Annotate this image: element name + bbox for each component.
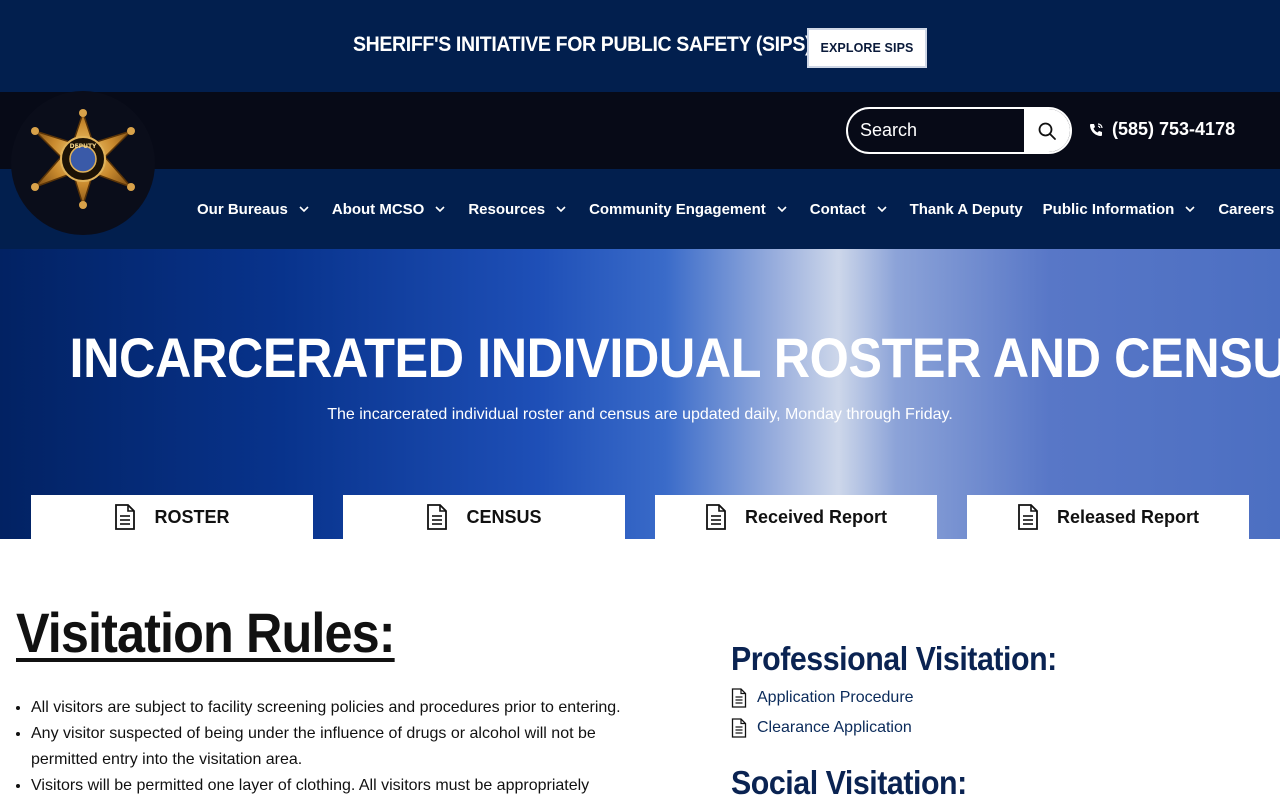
nav-item-about-mcso[interactable]: About MCSO bbox=[332, 201, 446, 218]
logo-text: DEPUTY bbox=[70, 143, 97, 150]
chevron-down-icon bbox=[299, 206, 309, 213]
list-item: Any visitor suspected of being under the… bbox=[31, 721, 656, 773]
nav-item-label: Careers bbox=[1218, 200, 1275, 218]
document-icon bbox=[1018, 504, 1038, 530]
professional-visitation-title: Professional Visitation: bbox=[731, 640, 1057, 677]
document-icon bbox=[731, 718, 747, 738]
search-input[interactable] bbox=[848, 109, 1024, 152]
social-visitation-title: Social Visitation: bbox=[731, 764, 967, 800]
nav-item-community-engagement[interactable]: Community Engagement bbox=[589, 201, 788, 218]
list-item: Visitors will be permitted one layer of … bbox=[31, 773, 656, 799]
explore-sips-button[interactable]: EXPLORE SIPS bbox=[807, 28, 927, 68]
announcement-title: SHERIFF'S INITIATIVE FOR PUBLIC SAFETY (… bbox=[353, 33, 812, 56]
page-title: INCARCERATED INDIVIDUAL ROSTER AND CENSU… bbox=[69, 326, 1280, 389]
nav-item-contact[interactable]: Contact bbox=[810, 201, 888, 218]
nav-item-label: About MCSO bbox=[331, 200, 425, 218]
nav-item-label: Thank A Deputy bbox=[909, 200, 1023, 218]
nav-item-thank-a-deputy[interactable]: Thank A Deputy bbox=[910, 201, 1023, 218]
page-subtitle: The incarcerated individual roster and c… bbox=[327, 406, 953, 423]
document-icon bbox=[731, 688, 747, 708]
visitation-rules-section: Visitation Rules: All visitors are subje… bbox=[16, 600, 656, 799]
document-icon bbox=[706, 504, 726, 530]
tab-received-report[interactable]: Received Report bbox=[655, 495, 937, 539]
nav-item-label: Community Engagement bbox=[589, 200, 766, 218]
chevron-down-icon bbox=[556, 206, 566, 213]
clearance-application-link[interactable]: Clearance Application bbox=[757, 719, 912, 737]
nav-item-label: Public Information bbox=[1042, 200, 1175, 218]
main-nav: Our Bureaus About MCSO Resources Communi… bbox=[197, 197, 1274, 221]
phone-number: (585) 753-4178 bbox=[1112, 119, 1236, 139]
nav-item-resources[interactable]: Resources bbox=[468, 201, 567, 218]
nav-item-label: Our Bureaus bbox=[197, 200, 288, 218]
phone-icon bbox=[1090, 122, 1103, 136]
search-icon bbox=[1038, 122, 1056, 140]
nav-item-public-information[interactable]: Public Information bbox=[1043, 201, 1197, 218]
chevron-down-icon bbox=[877, 206, 887, 213]
application-procedure-link[interactable]: Application Procedure bbox=[757, 689, 914, 707]
search-box bbox=[846, 107, 1072, 154]
visitation-rules-title: Visitation Rules: bbox=[16, 601, 396, 664]
list-item: All visitors are subject to facility scr… bbox=[31, 695, 656, 721]
nav-item-our-bureaus[interactable]: Our Bureaus bbox=[197, 201, 310, 218]
tab-roster[interactable]: ROSTER bbox=[31, 495, 313, 539]
nav-item-label: Contact bbox=[809, 200, 866, 218]
tab-released-report[interactable]: Released Report bbox=[967, 495, 1249, 539]
tab-label: ROSTER bbox=[154, 506, 230, 527]
list-item: Clearance Application bbox=[731, 718, 1251, 738]
chevron-down-icon bbox=[1185, 206, 1195, 213]
tab-label: CENSUS bbox=[466, 506, 542, 527]
list-item: Application Procedure bbox=[731, 688, 1251, 708]
visitation-rules-list: All visitors are subject to facility scr… bbox=[16, 695, 656, 799]
chevron-down-icon bbox=[435, 206, 445, 213]
tab-label: Released Report bbox=[1056, 506, 1200, 527]
document-icon bbox=[115, 504, 136, 530]
document-icon bbox=[427, 504, 448, 530]
nav-item-careers[interactable]: Careers bbox=[1218, 201, 1274, 218]
visitation-links-section: Professional Visitation: Application Pro… bbox=[731, 640, 1251, 800]
sheriff-star-badge-icon[interactable]: DEPUTY bbox=[11, 91, 155, 235]
search-button[interactable] bbox=[1024, 109, 1070, 152]
nav-item-label: Resources bbox=[468, 200, 546, 218]
phone-link[interactable]: (585) 753-4178 bbox=[1088, 119, 1235, 140]
tab-label: Received Report bbox=[744, 506, 888, 527]
tab-census[interactable]: CENSUS bbox=[343, 495, 625, 539]
announcement-bar: SHERIFF'S INITIATIVE FOR PUBLIC SAFETY (… bbox=[0, 0, 1280, 92]
chevron-down-icon bbox=[777, 206, 787, 213]
